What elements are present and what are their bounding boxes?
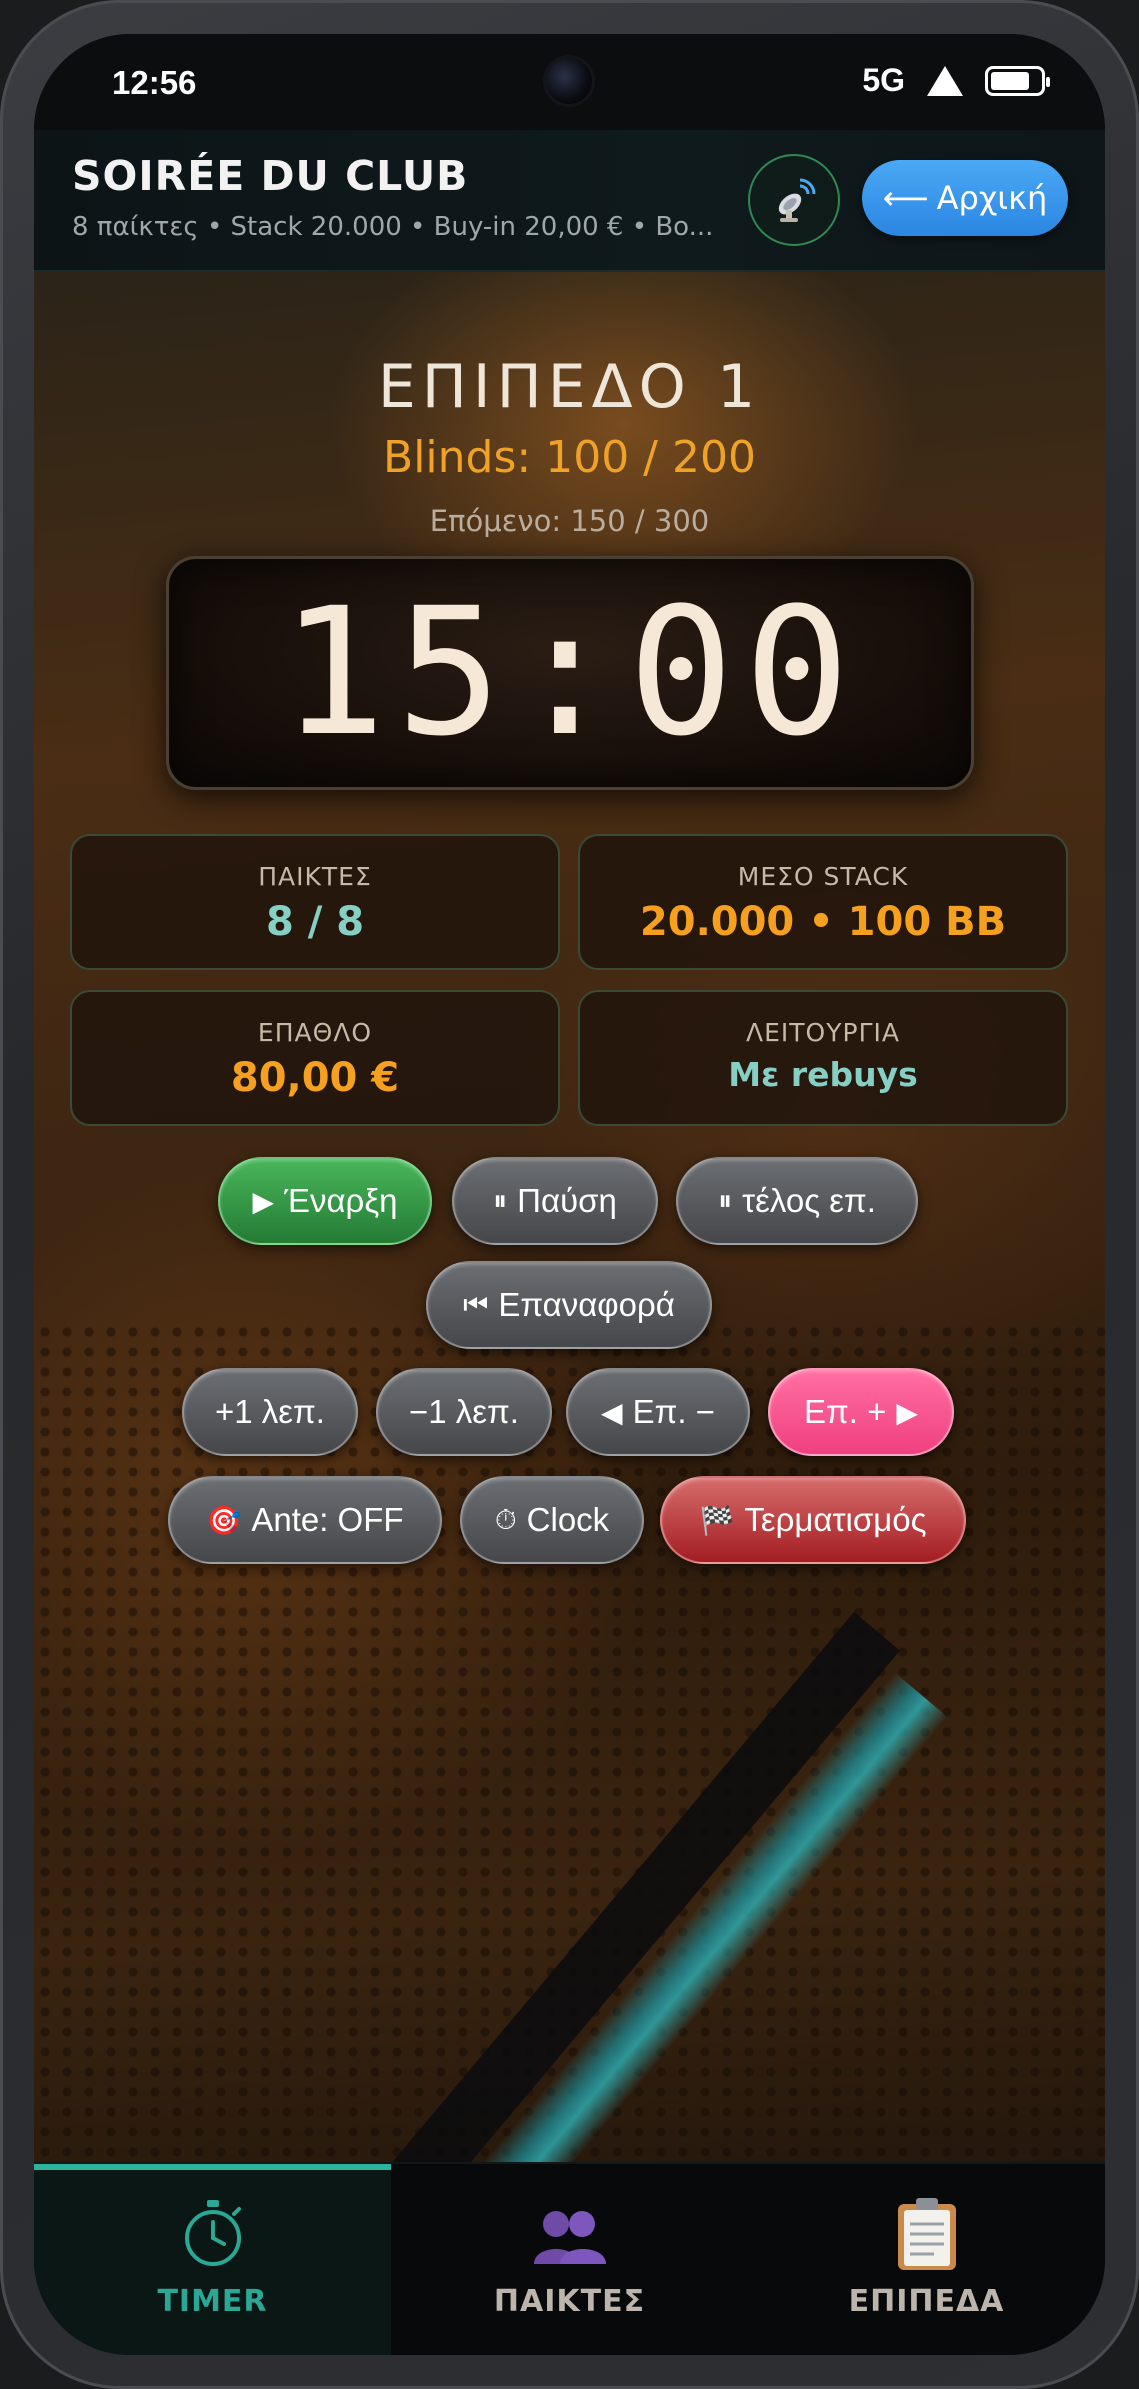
tournament-title: SOIRÉE DU CLUB <box>72 152 469 200</box>
start-button[interactable]: ▶ Έναρξη <box>218 1157 432 1245</box>
stopwatch-icon <box>184 2200 241 2266</box>
tab-levels-label: ΕΠΙΠΕΔΑ <box>848 2284 1005 2319</box>
status-indicators: 5G <box>862 62 1050 99</box>
end-level-button[interactable]: ⏸ τέλος επ. <box>676 1157 918 1245</box>
tab-players[interactable]: ΠΑΙΚΤΕΣ <box>391 2164 748 2355</box>
tournament-subtitle: 8 παίκτες • Stack 20.000 • Buy-in 20,00 … <box>72 212 714 242</box>
prize-value: 80,00 € <box>230 1055 400 1101</box>
next-level-label: Επ. + <box>804 1393 887 1430</box>
plus-minute-button[interactable]: +1 λεπ. <box>182 1368 358 1456</box>
next-level-button[interactable]: Επ. + ▶ <box>768 1368 954 1456</box>
phone-frame: 12:56 5G SOIRÉE DU CLUB 8 παίκτες • Stac… <box>0 0 1139 2389</box>
battery-icon <box>985 65 1050 96</box>
minus-minute-label: −1 λεπ. <box>409 1393 519 1430</box>
avg-stack-card: ΜΕΣΟ STACK 20.000 • 100 BB <box>578 834 1068 970</box>
finish-label: Τερματισμός <box>744 1501 927 1538</box>
reset-label: Επαναφορά <box>498 1286 675 1323</box>
players-value: 8 / 8 <box>265 899 365 945</box>
ante-label: Ante: OFF <box>251 1501 404 1538</box>
avg-stack-value: 20.000 • 100 BB <box>639 899 1007 945</box>
prev-level-button[interactable]: ◀ Επ. − <box>566 1368 750 1456</box>
mode-label: ΛΕΙΤΟΥΡΓΙΑ <box>746 1018 900 1047</box>
level-title: ΕΠΙΠΕΔΟ 1 <box>377 352 762 422</box>
next-blinds: Επόμενο: 150 / 300 <box>429 504 710 538</box>
status-bar: 12:56 5G <box>34 34 1105 130</box>
prize-card: ΕΠΑΘΛΟ 80,00 € <box>70 990 560 1126</box>
screen: 12:56 5G SOIRÉE DU CLUB 8 παίκτες • Stac… <box>34 34 1105 2355</box>
pause-icon: ⏸ <box>493 1184 508 1216</box>
stopwatch-icon: ⏱ <box>494 1503 517 1535</box>
home-button[interactable]: ⟵ Αρχική <box>862 160 1068 236</box>
tab-timer[interactable]: TIMER <box>34 2164 391 2355</box>
tab-players-label: ΠΑΙΚΤΕΣ <box>493 2284 646 2319</box>
back-arrow-icon: ⟵ <box>882 179 929 217</box>
countdown-clock: 15:00 <box>166 556 974 790</box>
pause-label: Παύση <box>517 1182 617 1219</box>
pause-button[interactable]: ⏸ Παύση <box>452 1157 658 1245</box>
broadcast-button[interactable] <box>748 154 840 246</box>
prev-level-label: Επ. − <box>632 1393 715 1430</box>
plus-minute-label: +1 λεπ. <box>215 1393 325 1430</box>
finish-tournament-button[interactable]: 🏁 Τερματισμός <box>660 1476 966 1564</box>
home-label: Αρχική <box>936 179 1048 217</box>
tab-timer-label: TIMER <box>157 2284 268 2319</box>
front-camera <box>546 58 592 104</box>
avg-stack-label: ΜΕΣΟ STACK <box>737 862 909 891</box>
status-time: 12:56 <box>112 64 197 101</box>
end-level-label: τέλος επ. <box>742 1182 876 1219</box>
app-header: SOIRÉE DU CLUB 8 παίκτες • Stack 20.000 … <box>34 130 1105 272</box>
players-label: ΠΑΙΚΤΕΣ <box>258 862 372 891</box>
target-icon: 🎯 <box>206 1504 242 1536</box>
players-icon <box>533 2211 606 2264</box>
satellite-dish-icon <box>778 178 816 222</box>
left-arrow-icon: ◀ <box>601 1396 623 1428</box>
start-label: Έναρξη <box>284 1182 398 1219</box>
current-blinds: Blinds: 100 / 200 <box>383 432 756 483</box>
checkered-flag-icon: 🏁 <box>699 1504 735 1536</box>
mode-card: ΛΕΙΤΟΥΡΓΙΑ Με rebuys <box>578 990 1068 1126</box>
prize-label: ΕΠΑΘΛΟ <box>257 1018 373 1047</box>
timer-panel: ΕΠΙΠΕΔΟ 1 Blinds: 100 / 200 Επόμενο: 150… <box>34 272 1105 2162</box>
clock-button[interactable]: ⏱ Clock <box>460 1476 644 1564</box>
tab-levels[interactable]: ΕΠΙΠΕΔΑ <box>748 2164 1105 2355</box>
network-label: 5G <box>862 62 905 98</box>
bottom-navigation: TIMER ΠΑΙΚΤΕΣ ΕΠΙΠΕΔΑ <box>34 2162 1105 2355</box>
play-icon: ▶ <box>252 1185 275 1217</box>
minus-minute-button[interactable]: −1 λεπ. <box>376 1368 552 1456</box>
clipboard-icon <box>897 2198 956 2270</box>
clock-label: Clock <box>526 1501 610 1538</box>
skip-back-icon: ⏮ <box>463 1288 489 1320</box>
pause-icon: ⏸ <box>718 1184 733 1216</box>
countdown-time: 15:00 <box>280 570 860 775</box>
ante-toggle-button[interactable]: 🎯 Ante: OFF <box>168 1476 442 1564</box>
signal-icon <box>927 65 963 96</box>
players-card: ΠΑΙΚΤΕΣ 8 / 8 <box>70 834 560 970</box>
mode-value: Με rebuys <box>728 1055 918 1094</box>
right-arrow-icon: ▶ <box>896 1396 918 1428</box>
reset-button[interactable]: ⏮ Επαναφορά <box>426 1261 712 1349</box>
